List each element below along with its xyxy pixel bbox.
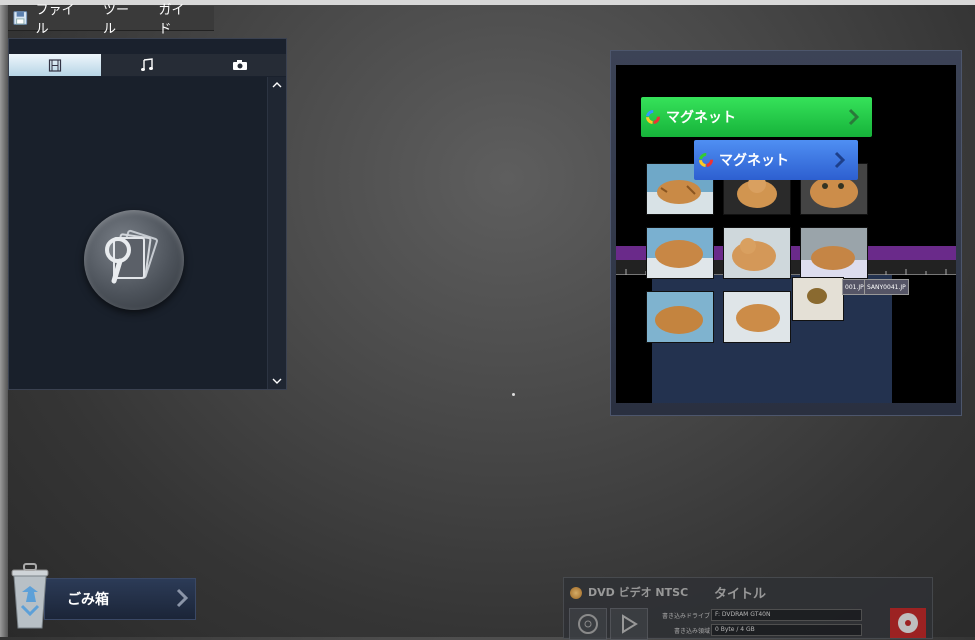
photo-thumbnail[interactable] — [646, 291, 714, 343]
media-content-area[interactable] — [9, 77, 267, 389]
save-icon[interactable] — [13, 10, 28, 26]
space-value: 0 Byte / 4 GB — [715, 626, 755, 633]
disc-icon — [578, 614, 598, 634]
photo-thumbnail[interactable] — [800, 227, 868, 279]
photo-thumbnail[interactable] — [646, 227, 714, 279]
trash-bar[interactable]: ごみ箱 — [44, 578, 196, 620]
film-icon — [49, 58, 62, 72]
dvd-format: DVD ビデオ NTSC — [588, 586, 689, 599]
trash-label: ごみ箱 — [67, 592, 109, 608]
menu-file[interactable]: ファイル — [36, 0, 83, 37]
music-note-icon — [141, 58, 154, 71]
window-left-border — [0, 5, 8, 637]
photo-thumbnail[interactable] — [792, 277, 844, 321]
chevron-right-icon — [836, 97, 872, 137]
camera-icon — [232, 60, 247, 70]
trash-area[interactable]: ごみ箱 — [8, 560, 198, 632]
dvd-status-icon — [570, 587, 582, 599]
chevron-right-icon — [176, 588, 189, 608]
drive-label: 書き込みドライブ — [662, 613, 711, 620]
menubar: ファイル ツール ガイド — [8, 3, 214, 37]
tab-photo[interactable] — [194, 54, 286, 76]
media-browse-orb[interactable] — [84, 210, 184, 310]
tab-music[interactable] — [101, 54, 193, 76]
media-tabbar — [9, 54, 286, 76]
space-label: 書き込み領域 — [674, 628, 711, 635]
dvd-title-label: タイトル — [714, 587, 767, 602]
play-button[interactable] — [610, 608, 648, 640]
menu-guide[interactable]: ガイド — [158, 0, 194, 37]
preview-panel: マグネット マグネット 001.JP SANY0041.JP — [610, 50, 962, 416]
chevron-down-icon — [272, 378, 282, 384]
magnet-button-blue-label: マグネット — [719, 153, 789, 169]
menu-tools[interactable]: ツール — [103, 0, 139, 37]
photo-search-icon — [105, 229, 158, 284]
drive-select[interactable]: F: DVDRAM GT40N — [711, 609, 862, 621]
magnet-logo-icon — [699, 153, 713, 167]
chevron-up-icon — [272, 82, 282, 88]
media-scrollbar[interactable] — [267, 77, 286, 389]
play-icon — [622, 614, 638, 634]
dvd-output-panel: DVD ビデオ NTSC タイトル 書き込みドライブ F: DVDRAM GT4… — [563, 577, 933, 640]
magnet-logo-icon — [646, 110, 660, 124]
tab-video[interactable] — [9, 54, 102, 76]
media-library-panel — [8, 38, 287, 390]
photo-thumbnail[interactable] — [723, 291, 791, 343]
photo-thumbnail[interactable] — [723, 227, 791, 279]
space-field: 0 Byte / 4 GB — [711, 624, 862, 636]
magnet-button-blue[interactable]: マグネット — [694, 140, 858, 180]
preview-screen[interactable]: マグネット マグネット 001.JP SANY0041.JP — [616, 65, 956, 403]
scroll-down-button[interactable] — [271, 375, 283, 387]
disc-button[interactable] — [569, 608, 607, 640]
cursor-dot — [512, 393, 515, 396]
magnet-button-green[interactable]: マグネット — [641, 97, 872, 137]
magnet-button-green-label: マグネット — [666, 110, 736, 126]
drive-value: F: DVDRAM GT40N — [715, 611, 771, 618]
chevron-right-icon — [822, 140, 858, 180]
burn-disc-icon — [898, 613, 918, 633]
scroll-up-button[interactable] — [271, 79, 283, 91]
burn-button[interactable] — [890, 608, 926, 638]
trash-can-icon — [11, 563, 49, 629]
window-top-border — [0, 0, 975, 5]
clip-label: SANY0041.JP — [864, 279, 909, 295]
